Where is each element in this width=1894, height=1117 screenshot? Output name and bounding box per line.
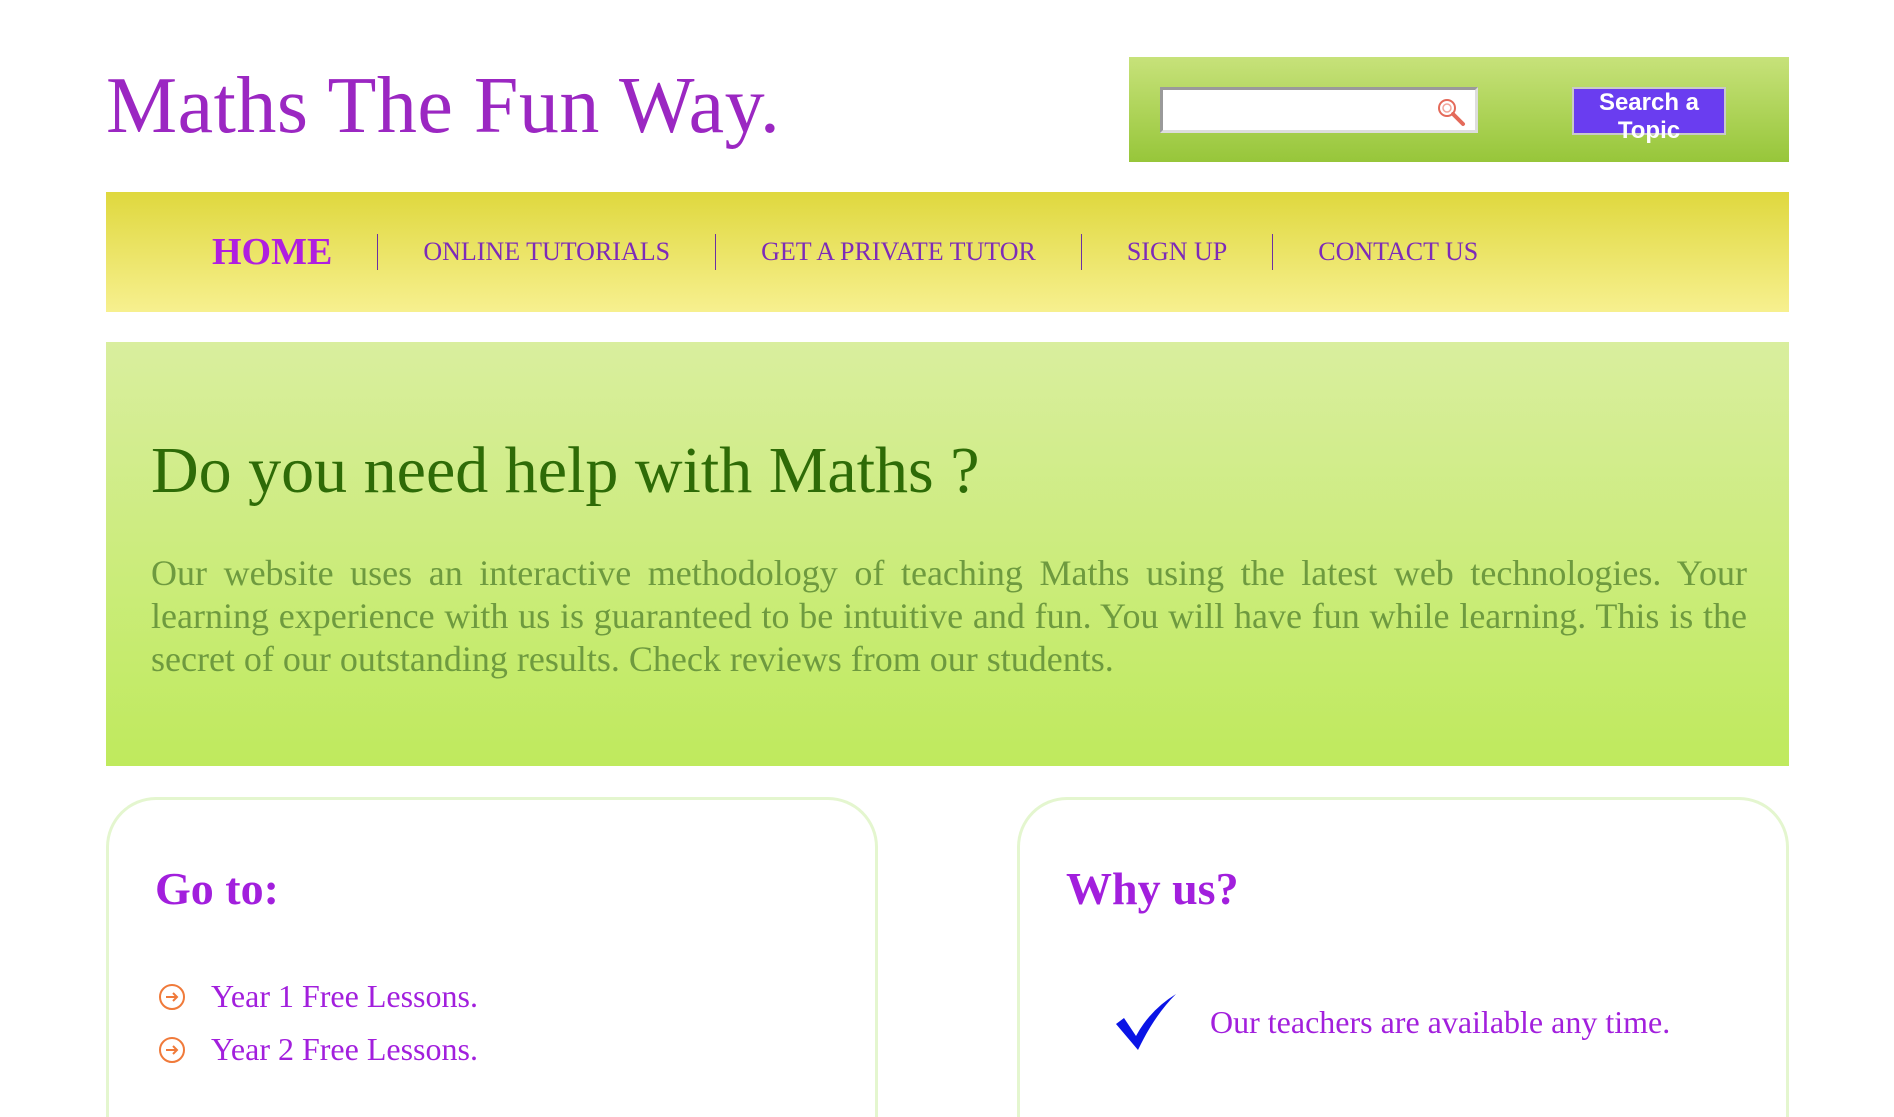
goto-link-label: Year 2 Free Lessons.	[211, 1031, 478, 1067]
circle-arrow-right-icon	[159, 983, 185, 1010]
goto-title: Go to:	[155, 863, 279, 914]
circle-arrow-right-icon	[159, 1036, 185, 1063]
search-input[interactable]	[1163, 90, 1445, 128]
nav-list: HOME ONLINE TUTORIALS GET A PRIVATE TUTO…	[212, 192, 1523, 312]
nav-item-online-tutorials[interactable]: ONLINE TUTORIALS	[377, 234, 715, 270]
hero-heading: Do you need help with Maths ?	[151, 434, 980, 507]
goto-list: Year 1 Free Lessons. Year 2 Free Lessons…	[157, 970, 478, 1076]
hero-text: Our website uses an interactive methodol…	[151, 553, 1747, 679]
goto-link-year-1[interactable]: Year 1 Free Lessons.	[157, 970, 478, 1023]
why-us-card: Why us? Our teachers are available any t…	[1017, 797, 1789, 1117]
main-nav: HOME ONLINE TUTORIALS GET A PRIVATE TUTO…	[106, 192, 1789, 312]
nav-item-sign-up[interactable]: SIGN UP	[1080, 234, 1272, 270]
goto-link-year-2[interactable]: Year 2 Free Lessons.	[157, 1023, 478, 1076]
hero-banner: Do you need help with Maths ? Our websit…	[106, 342, 1789, 766]
why-us-item: Our teachers are available any time.	[1110, 990, 1670, 1054]
site-title: Maths The Fun Way.	[106, 62, 781, 150]
search-box[interactable]	[1160, 87, 1478, 133]
why-us-title: Why us?	[1066, 863, 1239, 914]
nav-item-home[interactable]: HOME	[212, 233, 377, 271]
search-bar: Search a Topic	[1129, 57, 1789, 162]
search-icon	[1438, 99, 1465, 126]
nav-item-contact-us[interactable]: CONTACT US	[1272, 234, 1523, 270]
search-button[interactable]: Search a Topic	[1572, 87, 1726, 144]
why-us-item-label: Our teachers are available any time.	[1210, 1003, 1671, 1040]
nav-item-get-a-private-tutor[interactable]: GET A PRIVATE TUTOR	[715, 234, 1081, 270]
goto-link-label: Year 1 Free Lessons.	[211, 978, 478, 1014]
goto-card: Go to: Year 1 Free Lessons. Year 2 Free …	[106, 797, 878, 1117]
checkmark-icon	[1116, 994, 1176, 1050]
